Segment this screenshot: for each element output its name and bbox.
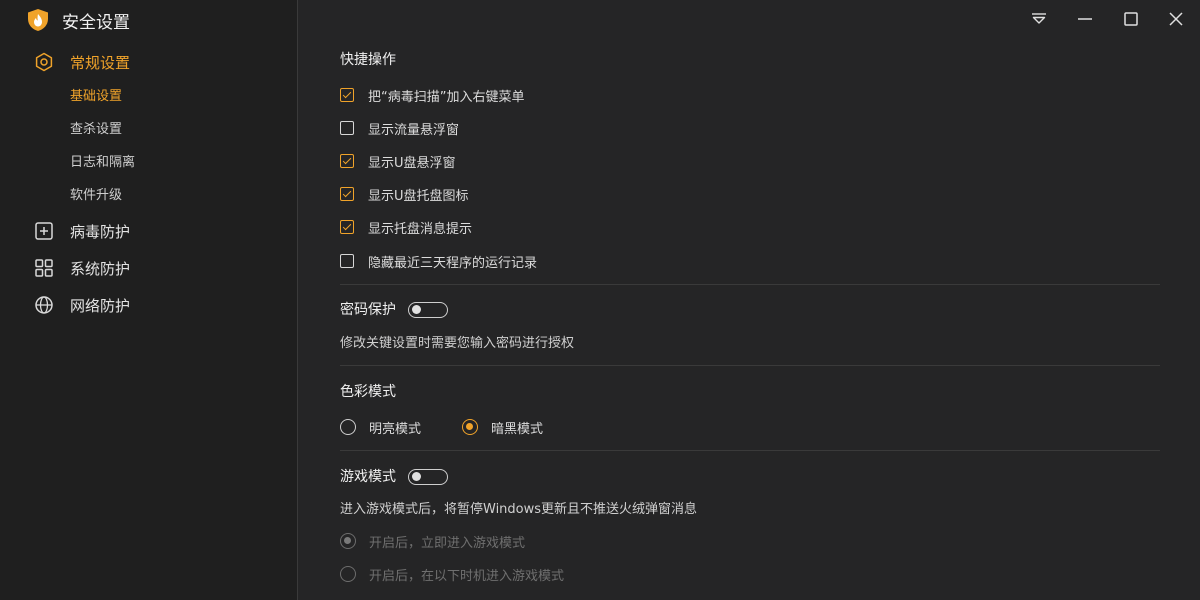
plus-square-icon bbox=[35, 222, 53, 240]
sidebar-item-network-protection[interactable]: 网络防护 bbox=[34, 294, 130, 316]
radio-button[interactable] bbox=[340, 533, 356, 549]
radio-label: 开启后，立即进入游戏模式 bbox=[369, 535, 526, 551]
checkbox-label: 显示U盘托盘图标 bbox=[368, 188, 469, 204]
globe-icon bbox=[35, 296, 53, 314]
password-protection-row: 密码保护 bbox=[340, 301, 448, 319]
app-titlebar: 安全设置 bbox=[26, 8, 130, 33]
checkbox-row[interactable]: 显示流量悬浮窗 bbox=[340, 119, 460, 138]
close-button[interactable] bbox=[1165, 8, 1187, 30]
password-description: 修改关键设置时需要您输入密码进行授权 bbox=[340, 336, 575, 351]
radio-dark-mode[interactable]: 暗黑模式 bbox=[462, 418, 544, 437]
checkbox-row[interactable]: 显示托盘消息提示 bbox=[340, 218, 473, 237]
sidebar-subitem-scan-settings[interactable]: 查杀设置 bbox=[70, 121, 122, 139]
sidebar-subitem-basic-settings[interactable]: 基础设置 bbox=[70, 88, 122, 106]
checkbox[interactable] bbox=[340, 254, 354, 268]
checkbox[interactable] bbox=[340, 121, 354, 135]
sidebar-item-label: 病毒防护 bbox=[70, 222, 131, 241]
sidebar-item-label: 网络防护 bbox=[70, 296, 131, 315]
game-mode-description: 进入游戏模式后，将暂停Windows更新且不推送火绒弹窗消息 bbox=[340, 502, 698, 517]
color-mode-heading: 色彩模式 bbox=[340, 384, 396, 400]
radio-button[interactable] bbox=[340, 419, 356, 435]
password-toggle[interactable] bbox=[408, 302, 448, 318]
settings-content: 快捷操作 把“病毒扫描”加入右键菜单 显示流量悬浮窗 显示U盘悬浮窗 显示U盘托… bbox=[340, 0, 1160, 600]
checkbox-row[interactable]: 隐藏最近三天程序的运行记录 bbox=[340, 252, 538, 271]
radio-label: 明亮模式 bbox=[369, 421, 422, 437]
section-divider bbox=[340, 284, 1160, 285]
checkbox-label: 显示流量悬浮窗 bbox=[368, 122, 460, 138]
password-heading: 密码保护 bbox=[340, 302, 396, 318]
close-icon bbox=[1169, 12, 1183, 26]
radio-label: 开启后，在以下时机进入游戏模式 bbox=[369, 568, 565, 584]
app-window: 安全设置 常规设置 基础设置 查杀设置 日志和隔离 软件升级 病毒防护 系统防护… bbox=[0, 0, 1200, 600]
checkbox-row[interactable]: 显示U盘托盘图标 bbox=[340, 185, 469, 204]
sidebar-subitem-logs-quarantine[interactable]: 日志和隔离 bbox=[70, 154, 135, 172]
sidebar-subitem-software-upgrade[interactable]: 软件升级 bbox=[70, 187, 122, 205]
sidebar-item-general-settings[interactable]: 常规设置 bbox=[34, 51, 130, 73]
section-divider bbox=[340, 365, 1160, 366]
checkbox-label: 隐藏最近三天程序的运行记录 bbox=[368, 255, 538, 271]
radio-game-immediate[interactable]: 开启后，立即进入游戏模式 bbox=[340, 532, 526, 551]
radio-game-scheduled[interactable]: 开启后，在以下时机进入游戏模式 bbox=[340, 565, 565, 584]
gear-icon bbox=[35, 52, 53, 72]
radio-button[interactable] bbox=[340, 566, 356, 582]
sidebar-item-system-protection[interactable]: 系统防护 bbox=[34, 257, 130, 279]
sidebar-item-virus-protection[interactable]: 病毒防护 bbox=[34, 220, 130, 242]
sidebar-item-label: 系统防护 bbox=[70, 259, 131, 278]
radio-light-mode[interactable]: 明亮模式 bbox=[340, 418, 422, 437]
checkbox-label: 显示U盘悬浮窗 bbox=[368, 155, 456, 171]
radio-button[interactable] bbox=[462, 419, 478, 435]
checkbox[interactable] bbox=[340, 154, 354, 168]
sidebar: 安全设置 常规设置 基础设置 查杀设置 日志和隔离 软件升级 病毒防护 系统防护… bbox=[0, 0, 298, 600]
checkbox-label: 显示托盘消息提示 bbox=[368, 221, 473, 237]
game-mode-row: 游戏模式 bbox=[340, 468, 448, 486]
app-title: 安全设置 bbox=[62, 12, 130, 33]
checkbox-row[interactable]: 显示U盘悬浮窗 bbox=[340, 152, 456, 171]
section-divider bbox=[340, 450, 1160, 451]
checkbox[interactable] bbox=[340, 187, 354, 201]
sidebar-item-label: 常规设置 bbox=[70, 53, 131, 72]
game-mode-heading: 游戏模式 bbox=[340, 469, 396, 485]
grid-icon bbox=[35, 259, 53, 277]
radio-label: 暗黑模式 bbox=[491, 421, 544, 437]
checkbox-row[interactable]: 把“病毒扫描”加入右键菜单 bbox=[340, 86, 525, 105]
game-mode-toggle[interactable] bbox=[408, 469, 448, 485]
checkbox[interactable] bbox=[340, 88, 354, 102]
shield-flame-logo-icon bbox=[28, 9, 48, 31]
quick-ops-heading: 快捷操作 bbox=[340, 52, 396, 68]
checkbox[interactable] bbox=[340, 220, 354, 234]
checkbox-label: 把“病毒扫描”加入右键菜单 bbox=[368, 89, 525, 105]
